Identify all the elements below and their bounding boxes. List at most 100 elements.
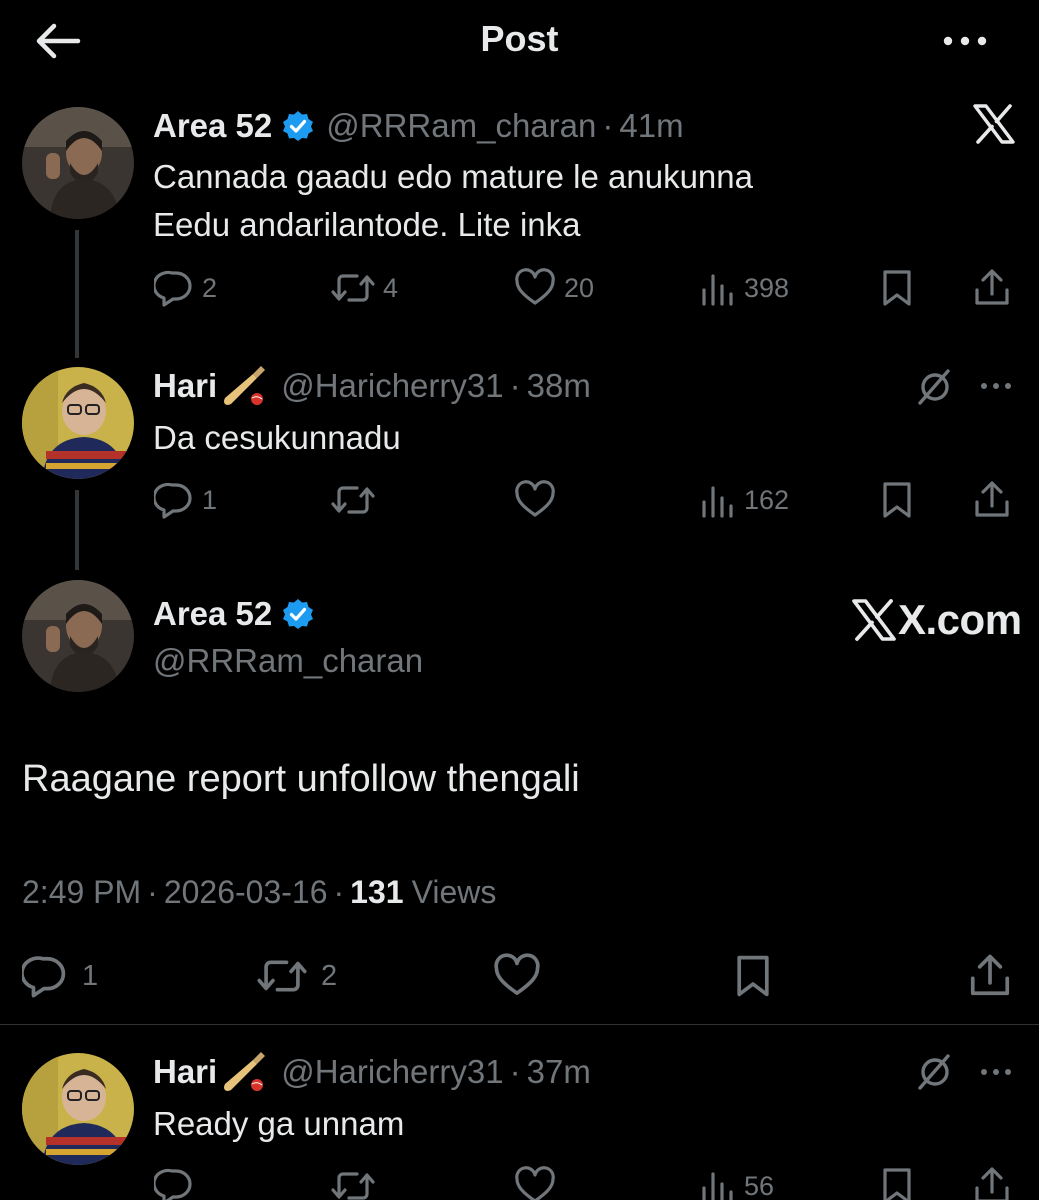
reply-icon	[154, 482, 192, 519]
bookmark-icon	[737, 955, 769, 997]
avatar[interactable]	[22, 107, 134, 219]
cricket-bat-icon	[221, 364, 267, 408]
verified-badge-icon	[282, 598, 314, 630]
timestamp[interactable]: 38m	[527, 367, 591, 405]
bookmark-icon	[883, 1168, 911, 1200]
repost-icon	[331, 486, 375, 514]
divider	[0, 1024, 1039, 1025]
bookmark-button[interactable]	[880, 1164, 914, 1200]
reply-button[interactable]: 1	[22, 952, 98, 1000]
reply-header: Hari @Haricherry31 · 37m	[153, 1052, 591, 1092]
reply-header: Hari @Haricherry31 · 38m	[153, 366, 591, 406]
like-button[interactable]	[493, 952, 541, 1000]
share-button[interactable]	[972, 266, 1012, 310]
display-name[interactable]: Area 52	[153, 595, 272, 633]
reply-text: Ready ga unnam	[153, 1105, 405, 1142]
page-title: Post	[480, 18, 559, 59]
share-button[interactable]	[967, 952, 1013, 1000]
reply-button[interactable]: 2	[154, 266, 217, 310]
handle[interactable]: @Haricherry31	[281, 367, 503, 405]
share-button[interactable]	[972, 478, 1012, 522]
x-logo-icon	[973, 104, 1015, 144]
heart-icon	[494, 953, 540, 995]
heart-icon	[515, 480, 555, 517]
handle[interactable]: @RRRam_charan	[326, 107, 596, 145]
separator-dot: ·	[147, 874, 158, 910]
views-label: Views	[411, 874, 497, 910]
bookmark-button[interactable]	[880, 478, 914, 522]
post-time[interactable]: 2:49 PM	[22, 874, 141, 911]
views-icon	[702, 486, 733, 518]
bookmark-button[interactable]	[880, 266, 914, 310]
repost-icon	[331, 1172, 375, 1200]
separator-dot: ·	[509, 367, 521, 404]
cricket-bat-icon	[221, 1050, 267, 1094]
reply-button[interactable]	[154, 1164, 194, 1200]
post-meta: 2:49 PM · 2026-03-16 · 131 Views	[22, 874, 496, 911]
repost-icon	[257, 960, 307, 992]
bookmark-icon	[883, 270, 911, 306]
repost-button[interactable]: 2	[257, 952, 337, 1000]
like-button[interactable]: 20	[514, 266, 594, 310]
top-bar: Post	[0, 0, 1039, 84]
share-icon	[970, 954, 1010, 996]
repost-icon	[331, 274, 375, 302]
thread-connector	[75, 230, 79, 358]
share-icon	[975, 481, 1009, 517]
reply-icon	[154, 1168, 192, 1200]
avatar[interactable]	[22, 580, 134, 692]
more-options-button[interactable]	[976, 372, 1016, 400]
repost-button[interactable]: 4	[331, 266, 398, 310]
post-date[interactable]: 2026-03-16	[164, 874, 328, 911]
watermark-text: X.com	[898, 596, 1022, 643]
watermark: X.com	[852, 596, 1022, 644]
more-horizontal-icon	[981, 1069, 1011, 1075]
separator-dot: ·	[602, 107, 614, 144]
repost-button[interactable]	[331, 478, 375, 522]
reply-header: Area 52 @RRRam_charan · 41m	[153, 106, 684, 146]
grok-icon[interactable]	[915, 368, 955, 406]
heart-icon	[515, 268, 555, 305]
more-options-button[interactable]	[938, 24, 992, 58]
share-icon	[975, 269, 1009, 305]
display-name[interactable]: Hari	[153, 1053, 217, 1091]
bookmark-button[interactable]	[733, 952, 773, 1000]
heart-icon	[515, 1166, 555, 1200]
timestamp[interactable]: 41m	[619, 107, 683, 145]
avatar[interactable]	[22, 367, 134, 479]
repost-button[interactable]	[331, 1164, 375, 1200]
reply-text-line-2: Eedu andarilantode. Lite inka	[153, 206, 581, 243]
bookmark-icon	[883, 482, 911, 518]
separator-dot: ·	[509, 1053, 521, 1090]
views-icon	[702, 274, 733, 306]
timestamp[interactable]: 37m	[527, 1053, 591, 1091]
display-name[interactable]: Area 52	[153, 107, 272, 145]
post-text: Raagane report unfollow thengali	[22, 758, 580, 800]
avatar[interactable]	[22, 1053, 134, 1165]
more-options-button[interactable]	[976, 1058, 1016, 1086]
reply-icon	[154, 270, 192, 307]
separator-dot: ·	[333, 874, 345, 910]
more-horizontal-icon	[943, 36, 987, 46]
display-name[interactable]: Hari	[153, 367, 217, 405]
more-horizontal-icon	[981, 383, 1011, 389]
views-count[interactable]: 131	[350, 874, 403, 911]
views-button[interactable]: 56	[700, 1164, 774, 1200]
share-icon	[975, 1167, 1009, 1200]
reply-button[interactable]: 1	[154, 478, 217, 522]
thread-connector	[75, 490, 79, 570]
like-button[interactable]	[514, 1164, 556, 1200]
x-logo-icon	[852, 599, 896, 641]
like-button[interactable]	[514, 478, 556, 522]
reply-text: Da cesukunnadu	[153, 419, 401, 456]
author-name-row: Area 52	[153, 594, 314, 634]
reply-text-line-1: Cannada gaadu edo mature le anukunna	[153, 158, 753, 195]
views-icon	[702, 1172, 733, 1200]
share-button[interactable]	[972, 1164, 1012, 1200]
views-button[interactable]: 162	[700, 478, 789, 522]
verified-badge-icon	[282, 110, 314, 142]
views-button[interactable]: 398	[700, 266, 789, 310]
grok-icon[interactable]	[915, 1053, 955, 1091]
handle[interactable]: @RRRam_charan	[153, 642, 423, 680]
handle[interactable]: @Haricherry31	[281, 1053, 503, 1091]
